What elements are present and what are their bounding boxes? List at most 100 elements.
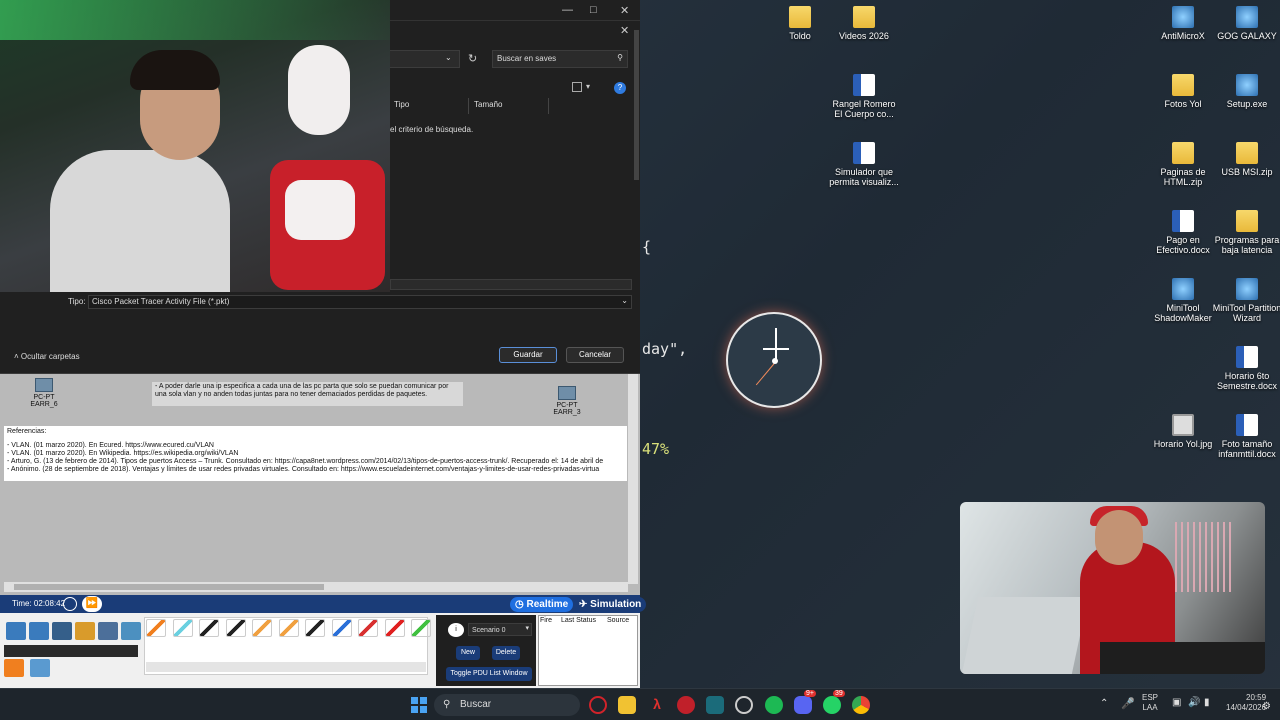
save-button[interactable]: Guardar [499, 347, 557, 363]
microphone-icon[interactable]: 🎤 [1121, 697, 1135, 710]
pc-device-left[interactable]: PC-PT EARR_6 [24, 378, 64, 408]
connection-scrollbar[interactable] [146, 662, 426, 672]
network-icon[interactable]: ▣ [1172, 697, 1181, 708]
opera-icon[interactable] [589, 696, 607, 714]
time-readout: Time: 02:08:42 [12, 599, 66, 608]
connection-cable-icon[interactable] [172, 619, 193, 637]
auto-connect-icon[interactable] [4, 659, 24, 677]
desktop-icon-simulador-que-permita-visualiz[interactable]: Simulador que permita visualiz... [829, 142, 899, 187]
connection-cable-icon[interactable] [358, 619, 378, 637]
new-scenario-button[interactable]: New [456, 646, 480, 660]
column-type[interactable]: Tipo [394, 100, 409, 109]
connection-cable-icon[interactable] [225, 619, 246, 637]
path-field[interactable]: ⌄ [390, 50, 460, 68]
desktop-icon-paginas-de-html-zip[interactable]: Paginas de HTML.zip [1148, 142, 1218, 187]
desktop-icon-usb-msi-zip[interactable]: USB MSI.zip [1212, 142, 1280, 177]
chrome-icon[interactable] [852, 696, 870, 714]
language-indicator[interactable]: ESP LAA [1142, 693, 1158, 713]
scenario-select[interactable]: Scenario 0 ▾ [468, 623, 532, 636]
refresh-icon[interactable]: ↻ [468, 52, 477, 65]
minimize-icon[interactable]: — [562, 4, 573, 16]
delete-scenario-button[interactable]: Delete [492, 646, 520, 660]
desktop-icon-label: Toldo [789, 31, 811, 41]
acrobat-icon[interactable]: λ [648, 696, 666, 714]
power-cycle-icon[interactable] [63, 597, 77, 611]
maximize-icon[interactable]: □ [590, 4, 597, 16]
desktop-icon-rangel-romero-el-cuerpo-co[interactable]: Rangel Romero El Cuerpo co... [829, 74, 899, 119]
empty-results-text: el criterio de búsqueda. [390, 125, 474, 134]
volume-icon[interactable]: 🔊 [1188, 697, 1200, 708]
vertical-scrollbar[interactable] [628, 374, 638, 584]
filename-field[interactable] [390, 279, 632, 290]
desktop-icon-horario-6to-semestre-docx[interactable]: Horario 6to Semestre.docx [1212, 346, 1280, 391]
packet-tracer-icon[interactable] [706, 696, 724, 714]
desktop-icon-minitool-shadowmaker[interactable]: MiniTool ShadowMaker [1148, 278, 1218, 323]
desktop-icon-programas-para-baja-latencia[interactable]: Programas para baja latencia [1212, 210, 1280, 255]
device-category-icon[interactable] [52, 622, 72, 640]
code-fragment-brace: { [642, 238, 652, 256]
discord-icon[interactable]: 9+ [794, 690, 816, 714]
device-category-icon[interactable] [6, 622, 26, 640]
fast-forward-icon[interactable]: ⏩ [82, 596, 102, 612]
second-hand [755, 361, 776, 386]
view-chevron-icon[interactable]: ▾ [586, 82, 590, 91]
pc-device-right[interactable]: PC-PT EARR_3 [547, 386, 587, 416]
desktop-icon-toldo[interactable]: Toldo [765, 6, 835, 41]
simulation-tab[interactable]: ✈ Simulation [574, 597, 647, 612]
connection-cable-icon[interactable] [331, 619, 352, 637]
connection-cable-icon[interactable] [146, 619, 166, 637]
notifications-icon[interactable]: ⚙ [1262, 701, 1271, 712]
pdu-col-last-status[interactable]: Last Status [561, 617, 596, 624]
connection-cable-icon[interactable] [411, 619, 431, 637]
connection-cable-icon[interactable] [252, 619, 272, 637]
file-explorer-icon[interactable] [618, 696, 636, 714]
battery-icon[interactable]: ▮ [1204, 697, 1210, 708]
view-options-icon[interactable] [572, 82, 582, 92]
taskbar-clock[interactable]: 20:59 14/04/2026 [1226, 693, 1266, 713]
desktop-icon-gog-galaxy[interactable]: GOG GALAXY [1212, 6, 1280, 41]
connection-cable-icon[interactable] [384, 619, 405, 637]
scrollbar[interactable] [634, 30, 639, 180]
device-category-icon[interactable] [29, 622, 49, 640]
desktop-icon-fotos-yol[interactable]: Fotos Yol [1148, 74, 1218, 109]
taskbar-search[interactable]: ⚲ Buscar [434, 694, 580, 716]
cancel-button[interactable]: Cancelar [566, 347, 624, 363]
desktop-icon-videos-2026[interactable]: Videos 2026 [829, 6, 899, 41]
desktop-icon-minitool-partition-wizard[interactable]: MiniTool Partition Wizard [1212, 278, 1280, 323]
desktop-icon-foto-tama-o-infanmttil-docx[interactable]: Foto tamaño infanmttil.docx [1212, 414, 1280, 459]
connection-cable-icon[interactable] [278, 619, 299, 637]
obs-icon[interactable] [735, 696, 753, 714]
chevron-down-icon[interactable]: ⌄ [445, 53, 452, 62]
spotify-icon[interactable] [765, 696, 783, 714]
help-icon[interactable]: ? [614, 82, 626, 94]
horizontal-scrollbar[interactable] [4, 582, 628, 592]
hide-folders-toggle[interactable]: ˄ Ocultar carpetas [14, 352, 80, 361]
desktop-icon-horario-yol-jpg[interactable]: Horario Yol.jpg [1148, 414, 1218, 449]
device-category-icon[interactable] [121, 622, 141, 640]
connection-cable-icon[interactable] [305, 619, 325, 637]
device-category-icon[interactable] [75, 622, 95, 640]
grid-icon[interactable] [30, 659, 50, 677]
desktop-icon-pago-en-efectivo-docx[interactable]: Pago en Efectivo.docx [1148, 210, 1218, 255]
tray-chevron-icon[interactable]: ⌃ [1100, 698, 1108, 709]
column-size[interactable]: Tamaño [474, 100, 502, 109]
device-category-icon[interactable] [98, 622, 118, 640]
pdu-col-fire[interactable]: Fire [540, 617, 552, 624]
desktop-icon-antimicrox[interactable]: AntiMicroX [1148, 6, 1218, 41]
pdu-col-source[interactable]: Source [607, 617, 629, 624]
start-icon[interactable] [411, 697, 427, 713]
connection-cable-icon[interactable] [199, 619, 219, 637]
toggle-pdu-list-button[interactable]: Toggle PDU List Window [446, 667, 532, 681]
clock-widget [726, 312, 822, 408]
info-icon[interactable]: i [448, 623, 464, 637]
close-window-icon[interactable]: ✕ [620, 4, 629, 17]
exe-icon [1172, 278, 1194, 300]
whatsapp-icon[interactable]: 39 [823, 690, 845, 714]
close-dialog-icon[interactable]: ✕ [620, 24, 629, 37]
search-input[interactable]: Buscar en saves ⚲ [492, 50, 628, 68]
desktop-icon-setup-exe[interactable]: Setup.exe [1212, 74, 1280, 109]
folder-icon [1236, 210, 1258, 232]
file-type-select[interactable]: Cisco Packet Tracer Activity File (*.pkt… [88, 295, 632, 309]
realtime-tab[interactable]: ◷ Realtime [510, 597, 574, 612]
recorder-icon[interactable] [677, 696, 695, 714]
